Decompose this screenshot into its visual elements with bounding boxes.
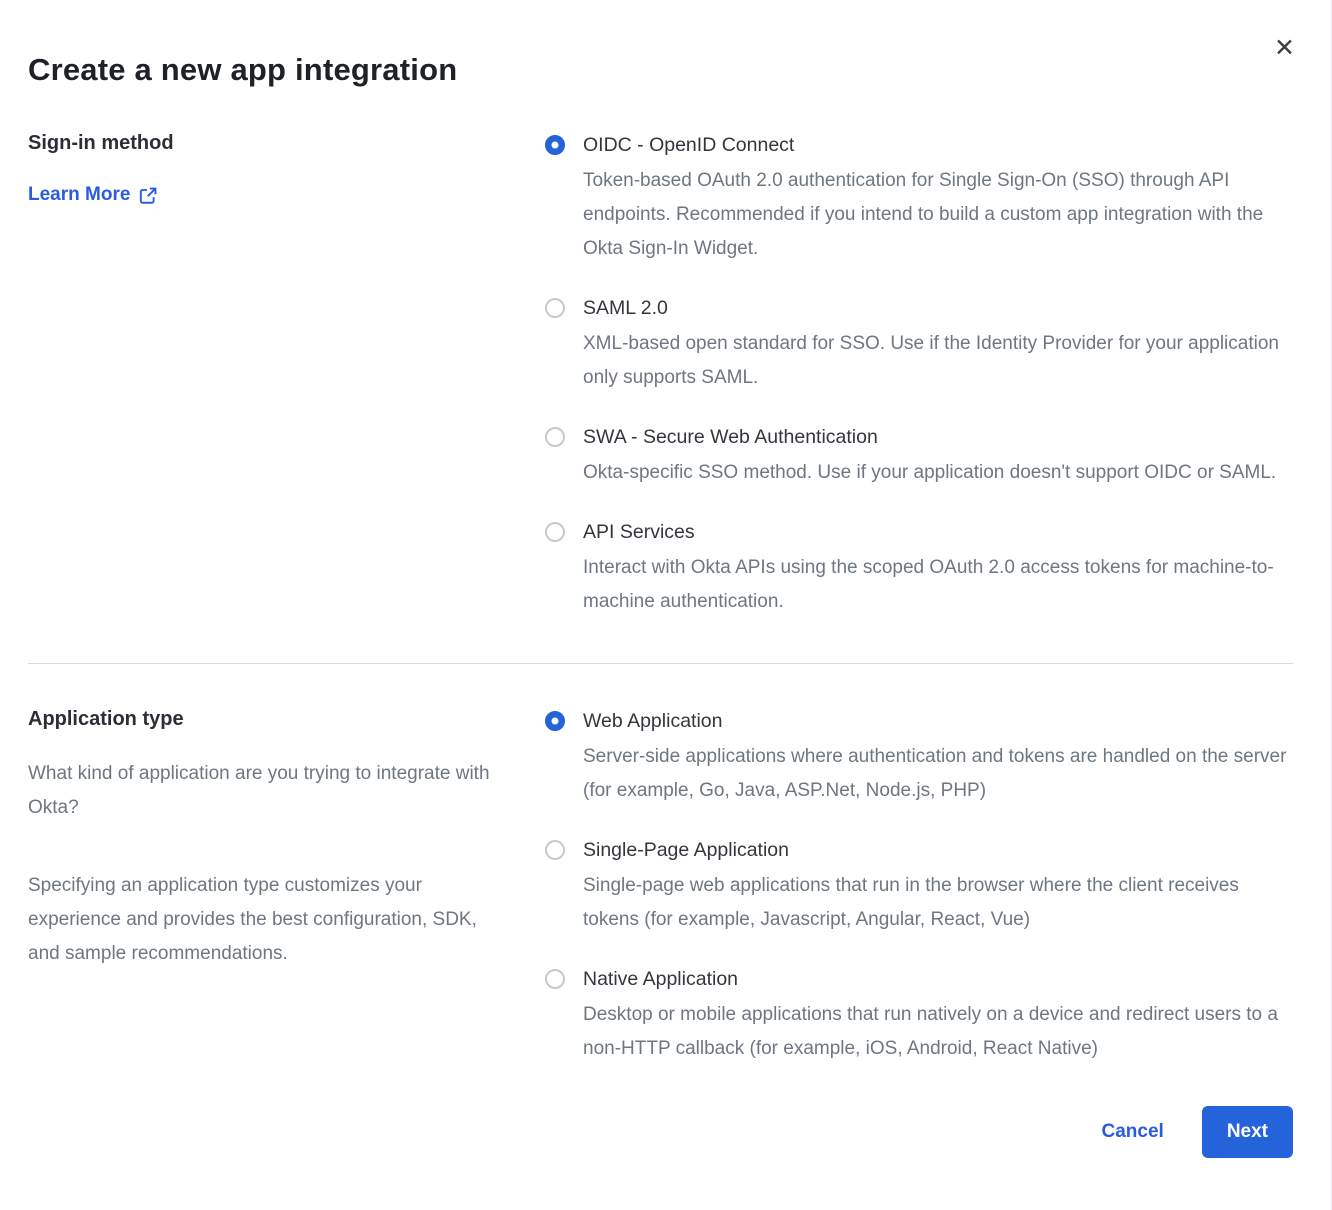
create-app-integration-dialog: ✕ Create a new app integration Sign-in m… <box>0 0 1332 1210</box>
radio-option-label: API Services <box>583 519 1293 545</box>
cancel-button[interactable]: Cancel <box>1102 1121 1164 1143</box>
radio-option-label: Single-Page Application <box>583 837 1293 863</box>
signin-method-left-column: Sign-in method Learn More <box>28 132 545 619</box>
radio-option[interactable]: Single-Page Application Single-page web … <box>545 837 1293 937</box>
signin-method-options: OIDC - OpenID Connect Token-based OAuth … <box>545 132 1293 619</box>
radio-option-label: SAML 2.0 <box>583 295 1293 321</box>
radio-option[interactable]: API Services Interact with Okta APIs usi… <box>545 519 1293 619</box>
signin-method-section: Sign-in method Learn More OIDC - OpenID … <box>28 132 1293 619</box>
learn-more-link[interactable]: Learn More <box>28 184 157 206</box>
radio-option-description: Desktop or mobile applications that run … <box>583 998 1293 1066</box>
radio-option[interactable]: SAML 2.0 XML-based open standard for SSO… <box>545 295 1293 395</box>
radio-option-label: SWA - Secure Web Authentication <box>583 424 1276 450</box>
radio-button[interactable] <box>545 969 565 989</box>
application-type-section: Application type What kind of applicatio… <box>28 708 1293 1066</box>
dialog-title: Create a new app integration <box>28 52 1293 88</box>
close-icon[interactable]: ✕ <box>1274 36 1295 61</box>
radio-option-label: Web Application <box>583 708 1293 734</box>
radio-option-text: OIDC - OpenID Connect Token-based OAuth … <box>583 132 1293 266</box>
section-divider <box>28 663 1293 664</box>
radio-option-description: Okta-specific SSO method. Use if your ap… <box>583 456 1276 490</box>
radio-option-text: SWA - Secure Web Authentication Okta-spe… <box>583 424 1276 490</box>
radio-option-description: Interact with Okta APIs using the scoped… <box>583 551 1293 619</box>
radio-option[interactable]: Web Application Server-side applications… <box>545 708 1293 808</box>
radio-option[interactable]: OIDC - OpenID Connect Token-based OAuth … <box>545 132 1293 266</box>
radio-option-text: Single-Page Application Single-page web … <box>583 837 1293 937</box>
next-button[interactable]: Next <box>1202 1106 1293 1158</box>
radio-option-text: SAML 2.0 XML-based open standard for SSO… <box>583 295 1293 395</box>
radio-option-text: Native Application Desktop or mobile app… <box>583 966 1293 1066</box>
radio-option-description: Token-based OAuth 2.0 authentication for… <box>583 164 1293 266</box>
external-link-icon <box>139 187 157 205</box>
radio-option-description: Server-side applications where authentic… <box>583 740 1293 808</box>
radio-button[interactable] <box>545 135 565 155</box>
radio-option-label: OIDC - OpenID Connect <box>583 132 1293 158</box>
radio-option-label: Native Application <box>583 966 1293 992</box>
application-type-heading: Application type <box>28 708 545 731</box>
dialog-footer: Cancel Next <box>28 1106 1293 1158</box>
application-type-options: Web Application Server-side applications… <box>545 708 1293 1066</box>
radio-option-description: XML-based open standard for SSO. Use if … <box>583 327 1293 395</box>
learn-more-label: Learn More <box>28 184 130 206</box>
application-type-description-1: What kind of application are you trying … <box>28 757 504 825</box>
radio-option-text: Web Application Server-side applications… <box>583 708 1293 808</box>
radio-button[interactable] <box>545 298 565 318</box>
radio-button[interactable] <box>545 711 565 731</box>
application-type-left-column: Application type What kind of applicatio… <box>28 708 545 1066</box>
radio-option-text: API Services Interact with Okta APIs usi… <box>583 519 1293 619</box>
radio-button[interactable] <box>545 427 565 447</box>
radio-option[interactable]: Native Application Desktop or mobile app… <box>545 966 1293 1066</box>
application-type-description-2: Specifying an application type customize… <box>28 869 504 971</box>
radio-option[interactable]: SWA - Secure Web Authentication Okta-spe… <box>545 424 1293 490</box>
signin-method-heading: Sign-in method <box>28 132 545 155</box>
radio-option-description: Single-page web applications that run in… <box>583 869 1293 937</box>
radio-button[interactable] <box>545 522 565 542</box>
radio-button[interactable] <box>545 840 565 860</box>
